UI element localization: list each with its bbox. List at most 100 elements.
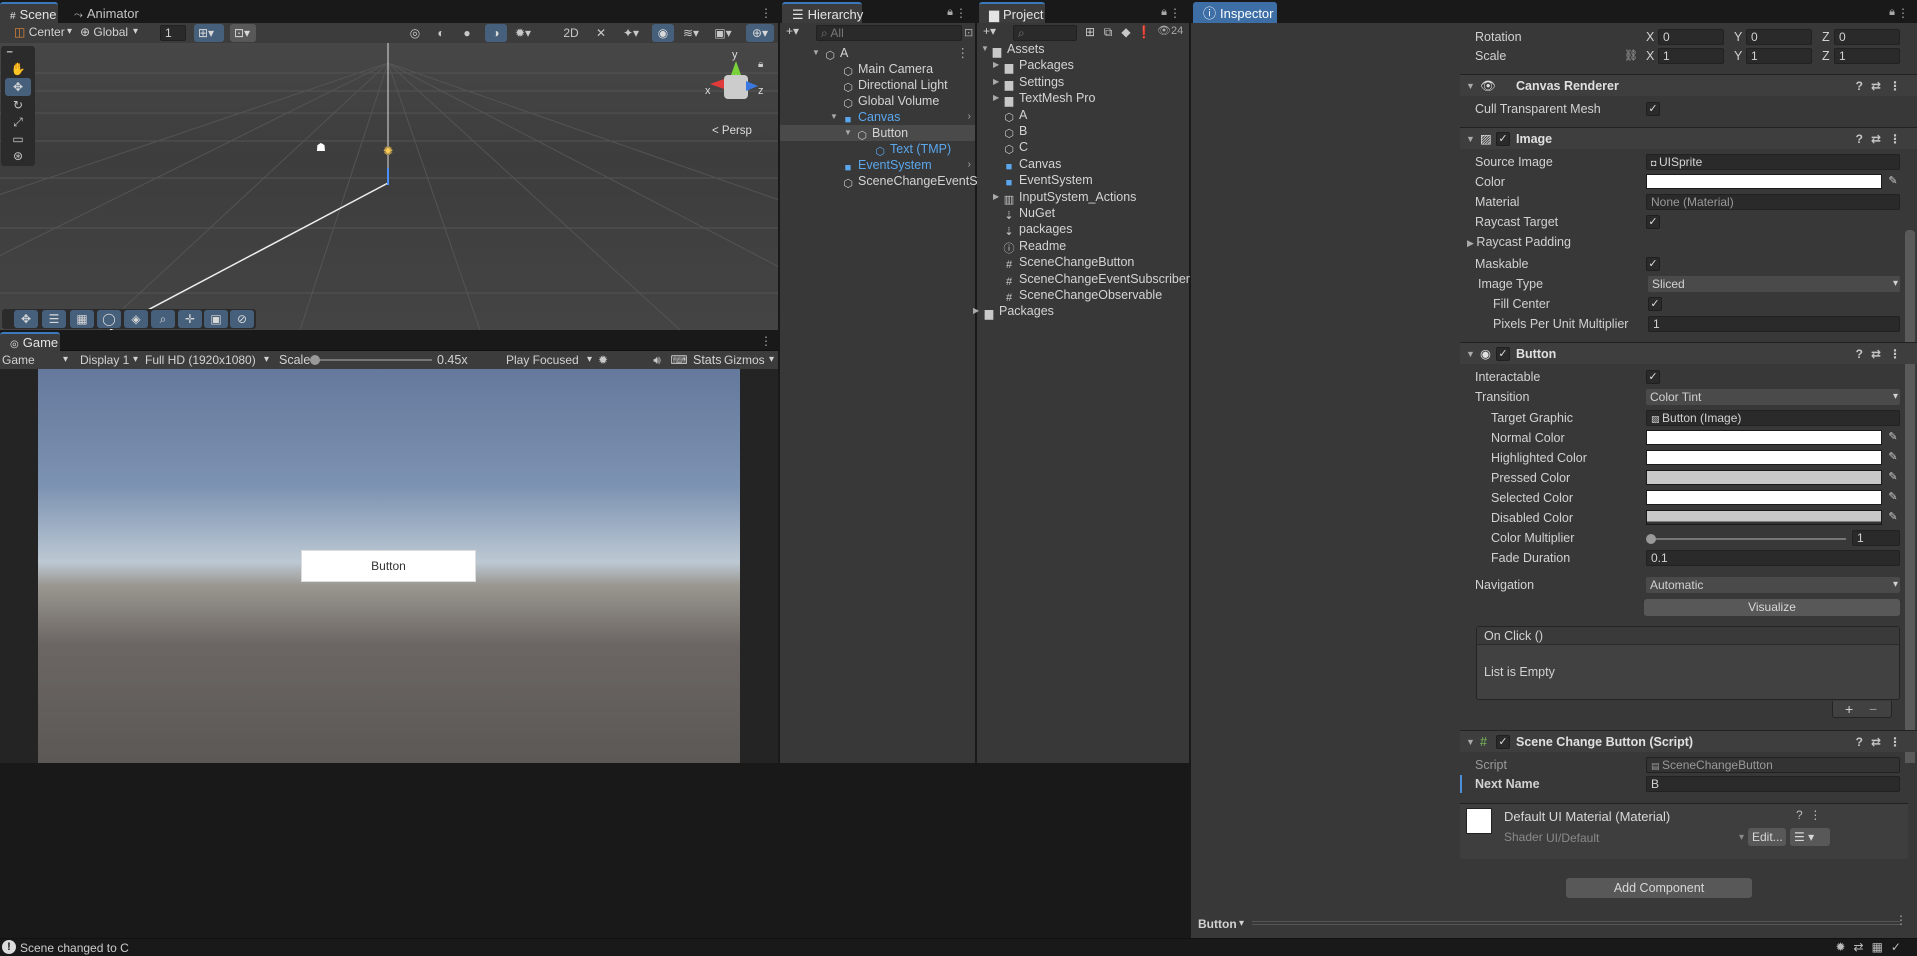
tab-game[interactable]: ◎ Game (0, 332, 60, 351)
lighting-mode-icon[interactable]: ◑ (485, 24, 507, 42)
source-image-field[interactable]: ◘ UISprite (1646, 154, 1900, 170)
image-header[interactable]: ▼ ▨ ✓ Image ?⇄⋮ (1460, 127, 1917, 149)
inspector-lock-icon[interactable]: 🔒︎ (1889, 6, 1895, 19)
proj-inputsystem-actions[interactable]: ▶ ▥ InputSystem_Actions (977, 189, 1189, 206)
move-tool-icon[interactable]: ✥ (5, 78, 31, 96)
foldout-arrow-icon[interactable]: ▼ (830, 109, 838, 125)
proj-scene-a[interactable]: ⬡ A (977, 107, 1189, 124)
inspector-kebab-icon[interactable]: ⋮ (1897, 6, 1909, 20)
proj-packages-folder[interactable]: ▶ ▆ Packages (977, 57, 1189, 74)
scale-y-field[interactable]: 1 (1746, 48, 1812, 64)
raycast-padding-foldout[interactable]: ▶ Raycast Padding (1467, 234, 1571, 251)
disabled-color-swatch[interactable] (1646, 510, 1882, 525)
foldout-arrow-icon[interactable]: ▶ (993, 189, 999, 205)
debug-icon[interactable]: ✹ (592, 351, 614, 369)
foldout-arrow-icon[interactable]: ▼ (1466, 343, 1475, 365)
proj-packages-root[interactable]: ▶ ▆ Packages (973, 303, 1189, 320)
scale-x-field[interactable]: 1 (1658, 48, 1724, 64)
normal-color-swatch[interactable] (1646, 430, 1882, 445)
shaded-wireframe-icon[interactable]: ◐ (430, 24, 452, 42)
sliders-icon[interactable]: ☰ (42, 310, 66, 328)
rotation-x-field[interactable]: 0 (1658, 29, 1724, 45)
rotate-tool-icon[interactable]: ↻ (7, 96, 29, 114)
2d-toggle-icon[interactable]: 2D (560, 24, 582, 42)
projection-label[interactable]: < Persp (712, 125, 752, 137)
hier-text-tmp[interactable]: ⬡ Text (TMP) (780, 141, 975, 158)
foldout-arrow-icon[interactable]: ▼ (844, 125, 852, 141)
foldout-arrow-icon[interactable]: ▶ (993, 90, 999, 106)
foldout-arrow-icon[interactable]: ▶ (993, 74, 999, 90)
foldout-arrow-icon[interactable]: ▼ (1466, 731, 1475, 753)
lock-icon[interactable]: 🔒︎ (758, 59, 763, 70)
component-header-icons[interactable]: ?⇄⋮ (1856, 343, 1909, 365)
gizmos-toggle-icon[interactable]: ⊕▾ (746, 24, 774, 42)
shaded-icon[interactable]: ● (456, 24, 478, 42)
game-kebab-icon[interactable]: ⋮ (760, 334, 772, 348)
script-enabled-checkbox[interactable]: ✓ (1496, 735, 1510, 749)
proj-scenechangebutton[interactable]: # SceneChangeButton (977, 254, 1189, 271)
visibility-icon[interactable]: ◉ (652, 24, 674, 42)
hierarchy-filter-icon[interactable]: ⊡ (964, 26, 973, 39)
foldout-arrow-icon[interactable]: ▼ (812, 45, 820, 61)
proj-scene-c[interactable]: ⬡ C (977, 139, 1189, 156)
eyedropper-icon[interactable]: ✎ (1886, 450, 1900, 464)
foldout-arrow-icon[interactable]: ▼ (1466, 128, 1475, 150)
camera-gizmo-icon[interactable]: ☗ (316, 141, 326, 154)
foldout-arrow-icon[interactable]: ▼ (1466, 75, 1475, 97)
camera-preview-icon[interactable]: ▣ (204, 310, 228, 328)
ppu-field[interactable]: 1 (1648, 316, 1900, 332)
edit-shader-button[interactable]: Edit... (1748, 828, 1786, 846)
snap-increment-field[interactable]: 1 (160, 25, 186, 41)
chevron-right-icon[interactable]: › (968, 109, 971, 125)
scale-slider[interactable] (310, 355, 432, 365)
eyedropper-icon[interactable]: ✎ (1886, 174, 1900, 188)
material-field[interactable]: None (Material) (1646, 194, 1900, 210)
gizmos-dropdown[interactable]: Gizmos (724, 351, 776, 369)
orientation-gizmo[interactable]: y x z 🔒︎ (702, 49, 772, 127)
eyedropper-icon[interactable]: ✎ (1886, 510, 1900, 524)
scale-tool-icon[interactable]: ⤢ (7, 113, 29, 131)
visualize-button[interactable]: Visualize (1644, 599, 1900, 616)
hidden-packages-icon[interactable]: 👁︎24 (1157, 24, 1183, 37)
image-type-dropdown[interactable]: Sliced (1648, 276, 1900, 292)
grid-snap-button[interactable]: ⊞▾ (194, 24, 224, 42)
footer-object-dropdown[interactable]: Button (1198, 915, 1246, 933)
chevron-right-icon[interactable]: › (968, 157, 971, 173)
camera-icon[interactable]: ▣▾ (712, 24, 734, 42)
color-multiplier-thumb[interactable] (1646, 534, 1656, 544)
color-multiplier-field[interactable]: 1 (1852, 530, 1900, 546)
canvas-renderer-header[interactable]: ▼ 👁︎ Canvas Renderer ?⇄⋮ (1460, 74, 1917, 96)
compass-icon[interactable]: ⊘ (230, 310, 254, 328)
footer-kebab-icon[interactable]: ⋮ (1895, 913, 1907, 927)
image-enabled-checkbox[interactable]: ✓ (1496, 132, 1510, 146)
component-header-icons[interactable]: ?⇄⋮ (1856, 731, 1909, 753)
debug-draw-icon[interactable]: ✹▾ (512, 24, 534, 42)
grid-overlay-icon[interactable]: ▦ (70, 310, 94, 328)
shader-dropdown[interactable]: UI/Default (1546, 829, 1746, 847)
project-add-button[interactable]: +▾ (983, 24, 996, 38)
effects-icon[interactable]: ✦▾ (620, 24, 642, 42)
onclick-remove-button[interactable]: − (1869, 701, 1877, 717)
display-dropdown[interactable]: Display 1 (80, 351, 140, 369)
proj-canvas-prefab[interactable]: ■ Canvas (977, 156, 1189, 173)
pressed-color-swatch[interactable] (1646, 470, 1882, 485)
script-header[interactable]: ▼ # ✓ Scene Change Button (Script) ?⇄⋮ (1460, 730, 1917, 752)
stats-toggle[interactable]: Stats (693, 352, 722, 368)
proj-packages-config[interactable]: ⇣ packages (977, 221, 1189, 238)
hier-canvas[interactable]: ▼ ■ Canvas › (780, 109, 975, 126)
rotation-y-field[interactable]: 0 (1746, 29, 1812, 45)
proj-assets[interactable]: ▼ ▆ Assets (977, 41, 1189, 58)
status-icons[interactable]: ✹⇄▦✓ (1835, 940, 1909, 954)
audio-icon[interactable]: 🔊︎ (646, 351, 668, 369)
proj-scenechangeobservable[interactable]: # SceneChangeObservable (977, 287, 1189, 304)
proj-eventsystem-prefab[interactable]: ■ EventSystem (977, 172, 1189, 189)
wireframe-icon[interactable]: ◎ (404, 24, 426, 42)
search-icon[interactable]: ⌕ (151, 310, 175, 328)
eyedropper-icon[interactable]: ✎ (1886, 430, 1900, 444)
cull-transparent-checkbox[interactable]: ✓ (1646, 102, 1660, 116)
fade-duration-field[interactable]: 0.1 (1646, 550, 1900, 566)
add-component-button[interactable]: Add Component (1566, 878, 1752, 898)
game-ui-button[interactable]: Button (301, 550, 476, 582)
hier-main-camera[interactable]: ⬡ Main Camera (780, 61, 975, 78)
project-search-input[interactable]: ⌕ (1013, 25, 1077, 41)
